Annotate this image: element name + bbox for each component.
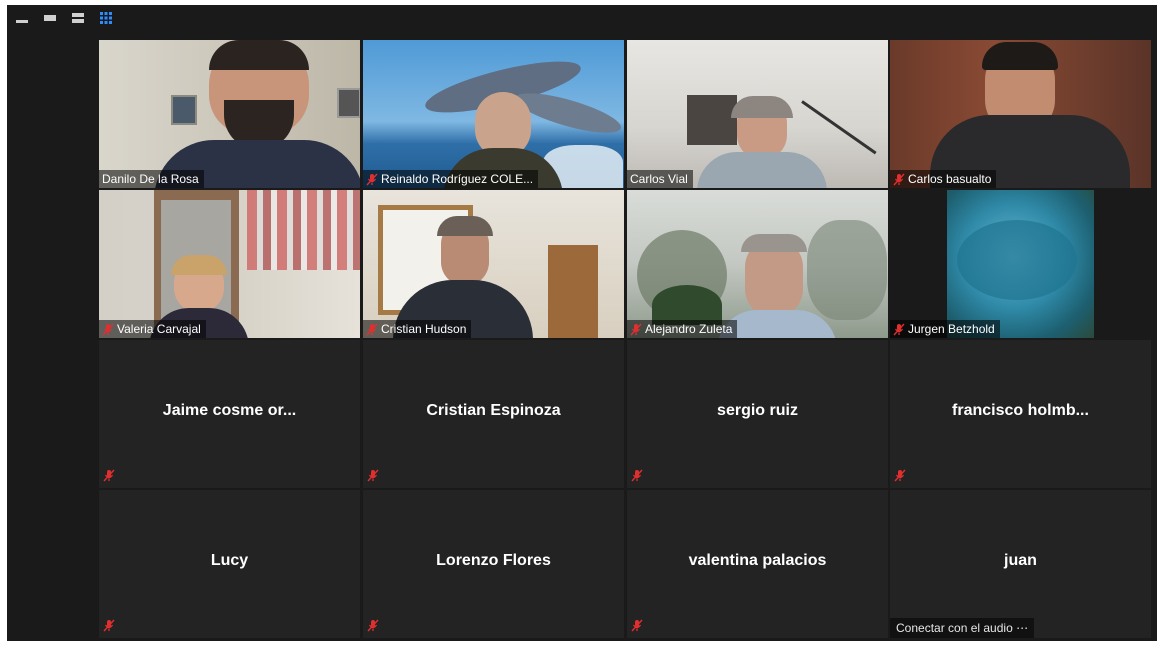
participant-name: Jaime cosme or... — [162, 402, 297, 419]
participant-tile[interactable]: Valeria Carvajal — [99, 190, 360, 338]
video-feed — [99, 40, 360, 188]
microphone-muted-icon — [893, 323, 905, 335]
view-toolbar — [13, 9, 115, 27]
microphone-muted-icon — [894, 469, 906, 482]
participant-name-label: Reinaldo Rodríguez COLE... — [363, 170, 539, 188]
participant-tile[interactable]: Danilo De la Rosa — [99, 40, 360, 188]
participant-tile[interactable]: juan Conectar con el audio ⋯ — [890, 490, 1151, 638]
participant-tile[interactable]: Lorenzo Flores — [363, 490, 624, 638]
video-feed — [947, 190, 1094, 338]
participant-tile[interactable]: Cristian Espinoza — [363, 340, 624, 488]
microphone-muted-icon — [631, 469, 643, 482]
gallery-view-button[interactable] — [97, 9, 115, 27]
participant-tile[interactable]: Carlos basualto — [890, 40, 1151, 188]
participant-name-label: Carlos basualto — [890, 170, 997, 188]
participant-tile[interactable]: Carlos Vial — [627, 40, 888, 188]
video-feed — [363, 40, 624, 188]
connect-audio-label[interactable]: Conectar con el audio ⋯ — [890, 618, 1035, 638]
video-feed — [890, 40, 1151, 188]
participant-name-label: Alejandro Zuleta — [627, 320, 738, 338]
participant-name-label: Valeria Carvajal — [99, 320, 206, 338]
participant-name: valentina palacios — [688, 552, 827, 569]
participant-tile[interactable]: sergio ruiz — [627, 340, 888, 488]
speaker-view-icon — [44, 15, 56, 21]
participant-name-label: Danilo De la Rosa — [99, 170, 204, 188]
microphone-muted-icon — [367, 619, 379, 632]
participant-tile[interactable]: Jurgen Betzhold — [890, 190, 1151, 338]
participant-tile[interactable]: Alejandro Zuleta — [627, 190, 888, 338]
participant-tile[interactable]: Lucy — [99, 490, 360, 638]
participant-name: sergio ruiz — [717, 402, 798, 419]
participant-tile[interactable]: Jaime cosme or... — [99, 340, 360, 488]
participant-name: Cristian Espinoza — [426, 402, 561, 419]
microphone-muted-icon — [893, 173, 905, 185]
microphone-muted-icon — [366, 323, 378, 335]
strip-view-button[interactable] — [69, 9, 87, 27]
speaker-view-button[interactable] — [41, 9, 59, 27]
microphone-muted-icon — [630, 323, 642, 335]
microphone-muted-icon — [103, 619, 115, 632]
participant-tile[interactable]: Reinaldo Rodríguez COLE... — [363, 40, 624, 188]
minimize-icon — [16, 20, 28, 23]
microphone-muted-icon — [367, 469, 379, 482]
video-feed — [627, 190, 888, 338]
participant-name-label: Cristian Hudson — [363, 320, 472, 338]
gallery-view-icon — [100, 12, 112, 24]
microphone-muted-icon — [366, 173, 378, 185]
microphone-muted-icon — [103, 469, 115, 482]
microphone-muted-icon — [631, 619, 643, 632]
meeting-window: Danilo De la Rosa Reinaldo Rodríguez COL… — [7, 5, 1157, 641]
microphone-muted-icon — [102, 323, 114, 335]
participant-name: juan — [1004, 552, 1037, 569]
participant-tile[interactable]: francisco holmb... — [890, 340, 1151, 488]
participant-name: francisco holmb... — [952, 402, 1089, 419]
participant-name-label: Carlos Vial — [627, 170, 693, 188]
minimize-button[interactable] — [13, 9, 31, 27]
participant-name: Lorenzo Flores — [436, 552, 551, 569]
participant-tile[interactable]: valentina palacios — [627, 490, 888, 638]
video-feed — [627, 40, 888, 188]
video-feed — [99, 190, 360, 338]
strip-view-icon — [72, 13, 84, 23]
participant-tile[interactable]: Cristian Hudson — [363, 190, 624, 338]
video-feed — [363, 190, 624, 338]
participant-name: Lucy — [210, 552, 249, 569]
participant-name-label: Jurgen Betzhold — [890, 320, 1000, 338]
